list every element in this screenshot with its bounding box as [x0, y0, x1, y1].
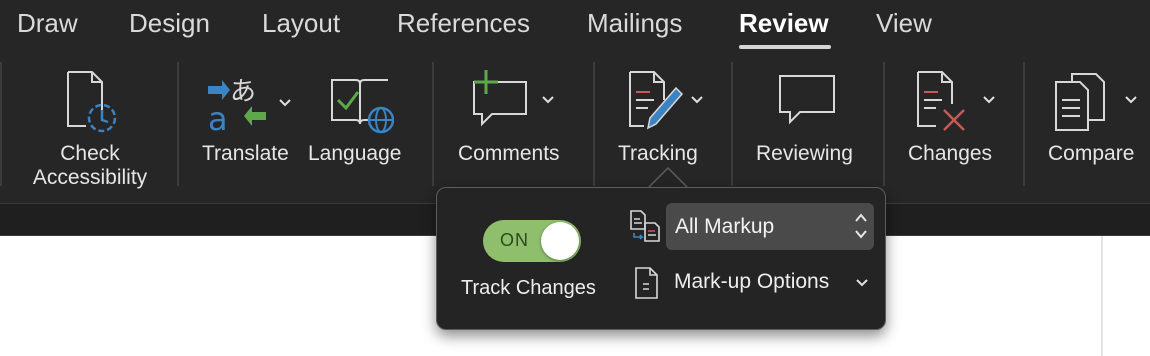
select-stepper-icon — [855, 213, 867, 239]
markup-view-select[interactable]: All Markup — [666, 203, 874, 250]
tab-references[interactable]: References — [397, 8, 530, 39]
comments-button[interactable]: Comments — [452, 68, 576, 168]
changes-dropdown-icon[interactable] — [982, 95, 996, 105]
markup-options-dropdown-icon[interactable] — [855, 278, 869, 288]
tab-layout[interactable]: Layout — [262, 8, 340, 39]
track-changes-toggle[interactable]: ON — [483, 220, 581, 262]
document-margin-line — [1101, 236, 1103, 356]
ribbon-separator — [731, 62, 733, 186]
ribbon-separator — [0, 62, 2, 186]
translate-label: Translate — [202, 142, 289, 165]
ribbon-separator — [593, 62, 595, 186]
markup-options-icon — [635, 267, 658, 299]
active-tab-indicator — [739, 45, 831, 49]
track-changes-icon — [629, 71, 684, 130]
ribbon-separator — [883, 62, 885, 186]
display-for-review-icon — [630, 210, 660, 242]
translate-dropdown-icon[interactable] — [278, 98, 292, 108]
check-accessibility-label-2: Accessibility — [32, 166, 148, 189]
svg-text:あ: あ — [230, 77, 256, 107]
track-changes-label: Track Changes — [461, 277, 596, 299]
reviewing-label: Reviewing — [756, 142, 853, 165]
check-accessibility-button[interactable]: Check Accessibility — [20, 68, 160, 190]
accessibility-check-icon — [67, 71, 117, 133]
changes-label: Changes — [908, 142, 993, 165]
changes-button[interactable]: Changes — [904, 68, 1008, 168]
tracking-label: Tracking — [618, 142, 698, 165]
check-accessibility-label-1: Check — [60, 142, 120, 165]
tab-design[interactable]: Design — [129, 8, 210, 39]
toggle-knob — [541, 222, 579, 260]
compare-button[interactable]: Compare — [1044, 68, 1148, 168]
translate-icon: あ a — [208, 77, 266, 134]
ribbon-separator — [177, 62, 179, 186]
compare-label: Compare — [1048, 142, 1135, 165]
tab-mailings[interactable]: Mailings — [587, 8, 682, 39]
tab-view[interactable]: View — [876, 8, 932, 39]
tracking-button[interactable]: Tracking — [614, 68, 718, 168]
tracking-dropdown-icon[interactable] — [690, 95, 704, 105]
ribbon-tab-bar: Draw Design Layout References Mailings R… — [0, 0, 1150, 58]
translate-button[interactable]: あ a Translate — [198, 68, 298, 168]
language-button[interactable]: Language — [306, 68, 410, 168]
ribbon-separator — [1023, 62, 1025, 186]
markup-options-label: Mark-up Options — [674, 270, 830, 293]
comments-dropdown-icon[interactable] — [541, 95, 555, 105]
reviewing-pane-icon — [779, 75, 835, 125]
ribbon-separator — [432, 62, 434, 186]
toggle-state-label: ON — [500, 230, 529, 250]
comments-label: Comments — [458, 142, 560, 165]
markup-options-menu[interactable]: Mark-up Options — [674, 270, 829, 294]
svg-text:a: a — [208, 100, 228, 134]
tab-review[interactable]: Review — [739, 8, 829, 39]
language-icon — [331, 79, 394, 134]
markup-view-value: All Markup — [675, 215, 775, 238]
accept-reject-changes-icon — [917, 71, 965, 131]
compare-documents-icon — [1055, 73, 1105, 131]
reviewing-button[interactable]: Reviewing — [754, 68, 862, 168]
new-comment-icon — [473, 70, 527, 127]
popover-arrow — [648, 167, 688, 189]
language-label: Language — [308, 142, 402, 165]
tab-draw[interactable]: Draw — [17, 8, 78, 39]
compare-dropdown-icon[interactable] — [1124, 95, 1138, 105]
